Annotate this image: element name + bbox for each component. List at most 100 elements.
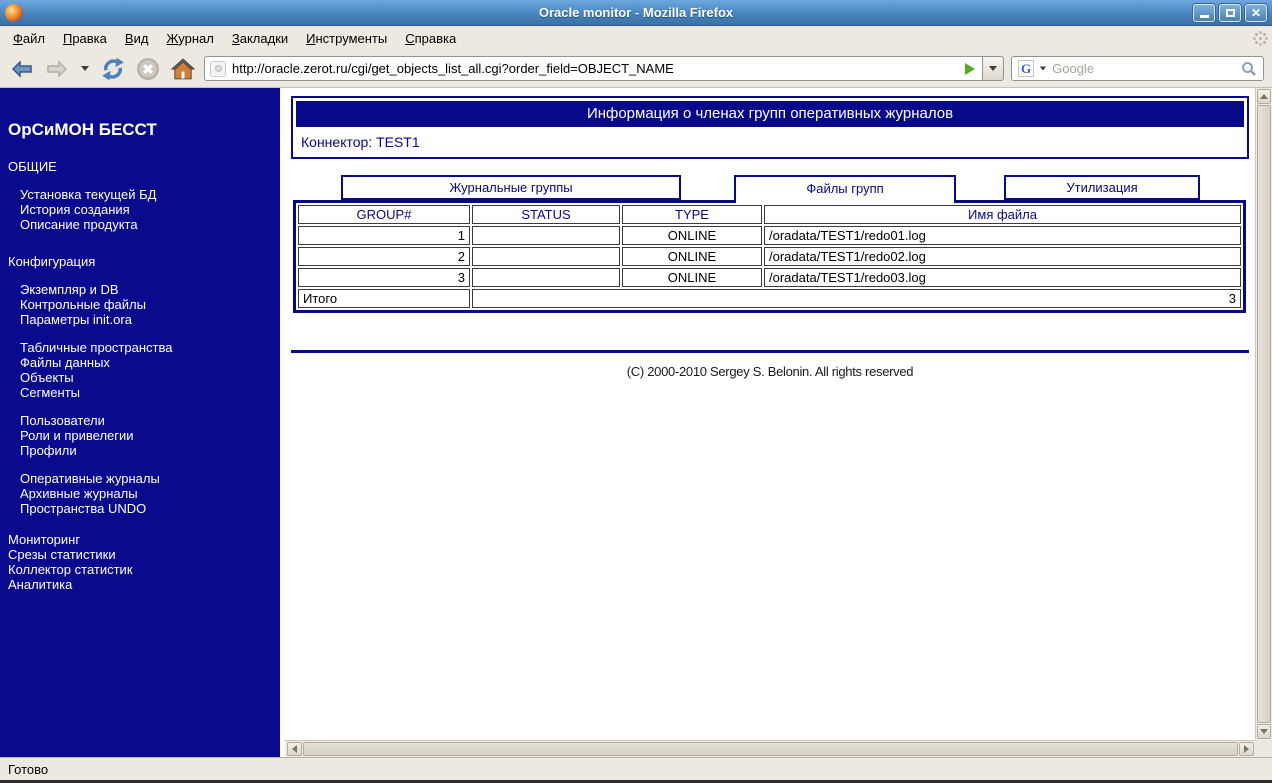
column-header: GROUP# xyxy=(298,205,470,224)
back-arrow-icon xyxy=(11,59,32,78)
scroll-down-button[interactable] xyxy=(1257,724,1271,739)
sidebar-link[interactable]: Коллектор статистик xyxy=(8,562,276,577)
scroll-right-button[interactable] xyxy=(1239,742,1254,756)
maximize-button[interactable] xyxy=(1219,3,1241,22)
vertical-scrollbar-thumb[interactable] xyxy=(1257,105,1271,723)
table-cell xyxy=(472,268,620,287)
minimize-icon xyxy=(1199,15,1209,18)
sidebar-link[interactable]: Пользователи xyxy=(8,413,276,428)
sidebar-link[interactable]: Параметры init.ora xyxy=(8,312,276,327)
table-cell: ONLINE xyxy=(622,226,762,245)
table-header-row: GROUP# STATUS TYPE Имя файла xyxy=(298,205,1241,224)
column-header: STATUS xyxy=(472,205,620,224)
maximize-icon xyxy=(1225,8,1235,17)
tab-utilization[interactable]: Утилизация xyxy=(1004,175,1200,200)
page-header-box: Информация о членах групп оперативных жу… xyxy=(291,96,1249,159)
home-button[interactable] xyxy=(169,55,197,83)
window-titlebar: Oracle monitor - Mozilla Firefox ✕ xyxy=(0,0,1272,26)
table-cell: ONLINE xyxy=(622,247,762,266)
sidebar-section-header: Конфигурация xyxy=(8,254,96,269)
reload-icon xyxy=(102,57,124,80)
vertical-scrollbar[interactable] xyxy=(1255,88,1272,740)
sidebar-link[interactable]: Установка текущей БД xyxy=(8,187,276,202)
menu-item-bookmarks[interactable]: Закладки xyxy=(223,28,297,49)
horizontal-scrollbar[interactable] xyxy=(285,740,1255,757)
sidebar-link[interactable]: Табличные пространства xyxy=(8,340,276,355)
arrow-left-icon xyxy=(292,745,297,753)
content-frame: Информация о членах групп оперативных жу… xyxy=(285,88,1272,757)
back-history-dropdown[interactable] xyxy=(78,55,92,83)
sidebar-link[interactable]: Объекты xyxy=(8,370,276,385)
tab-group-files[interactable]: Файлы групп xyxy=(734,175,956,203)
sidebar-link[interactable]: Описание продукта xyxy=(8,217,276,232)
status-text: Готово xyxy=(8,761,49,777)
forward-button[interactable] xyxy=(43,55,71,83)
menu-item-file[interactable]: Файл xyxy=(4,28,54,49)
sidebar-link[interactable]: Контрольные файлы xyxy=(8,297,276,312)
table-row: 1 ONLINE/oradata/TEST1/redo01.log xyxy=(298,226,1241,245)
total-label: Итого xyxy=(298,289,470,308)
scroll-up-button[interactable] xyxy=(1257,89,1271,104)
arrow-right-icon xyxy=(1244,745,1249,753)
stop-button[interactable] xyxy=(134,55,162,83)
search-bar[interactable]: G Google xyxy=(1011,56,1264,81)
sidebar-link-group: Мониторинг Срезы статистики Коллектор стат… xyxy=(8,532,276,592)
scroll-left-button[interactable] xyxy=(287,742,302,756)
minimize-button[interactable] xyxy=(1193,3,1215,22)
tab-journal-groups[interactable]: Журнальные группы xyxy=(341,175,681,200)
sidebar-link[interactable]: Архивные журналы xyxy=(8,486,276,501)
sidebar-frame: ОрСиМОН БЕССТ ОБЩИЕ Установка текущей БД И… xyxy=(0,88,280,757)
sidebar-link[interactable]: Профили xyxy=(8,443,276,458)
sidebar-link[interactable]: История создания xyxy=(8,202,276,217)
sidebar-link[interactable]: Мониторинг xyxy=(8,532,276,547)
arrow-down-icon xyxy=(1260,729,1268,734)
menu-item-help[interactable]: Справка xyxy=(396,28,465,49)
table-cell: 2 xyxy=(298,247,470,266)
sidebar-link-group: Оперативные журналы Архивные журналы Прост… xyxy=(8,471,276,516)
sidebar-link[interactable]: Экземпляр и DB xyxy=(8,282,276,297)
menu-item-tools[interactable]: Инструменты xyxy=(297,28,396,49)
table-cell xyxy=(472,226,620,245)
sidebar-link[interactable]: Аналитика xyxy=(8,577,276,592)
chevron-down-icon xyxy=(81,66,89,71)
forward-arrow-icon xyxy=(47,59,68,78)
search-icon xyxy=(1242,61,1256,76)
sidebar-link[interactable]: Сегменты xyxy=(8,385,276,400)
app-title: ОрСиМОН БЕССТ xyxy=(8,120,157,139)
google-engine-icon[interactable]: G xyxy=(1018,60,1035,77)
table-cell: /oradata/TEST1/redo02.log xyxy=(764,247,1241,266)
table-cell xyxy=(472,247,620,266)
sidebar-link[interactable]: Роли и привелегии xyxy=(8,428,276,443)
sidebar-link-group: Экземпляр и DB Контрольные файлы Параметры… xyxy=(8,282,276,327)
close-icon: ✕ xyxy=(1250,5,1262,20)
url-bar[interactable]: http://oracle.zerot.ru/cgi/get_objects_l… xyxy=(204,56,982,81)
search-input[interactable]: Google xyxy=(1052,61,1236,76)
menu-item-view[interactable]: Вид xyxy=(116,28,158,49)
tab-bar: Журнальные группы Файлы групп Утилизация xyxy=(341,175,1249,203)
table-cell: 3 xyxy=(298,268,470,287)
url-history-dropdown[interactable] xyxy=(982,56,1004,81)
sidebar-link[interactable]: Срезы статистики xyxy=(8,547,276,562)
horizontal-scrollbar-thumb[interactable] xyxy=(303,742,1238,756)
back-button[interactable] xyxy=(8,55,36,83)
column-header: Имя файла xyxy=(764,205,1241,224)
redo-log-table: GROUP# STATUS TYPE Имя файла 1 ONLINE/oradat… xyxy=(293,200,1246,313)
arrow-up-icon xyxy=(1260,94,1268,99)
sidebar-link[interactable]: Пространства UNDO xyxy=(8,501,276,516)
close-button[interactable]: ✕ xyxy=(1245,3,1267,22)
search-engine-dropdown-icon[interactable] xyxy=(1039,66,1047,71)
menu-item-edit[interactable]: Правка xyxy=(54,28,116,49)
browser-viewport: ОрСиМОН БЕССТ ОБЩИЕ Установка текущей БД И… xyxy=(0,88,1272,757)
column-header: TYPE xyxy=(622,205,762,224)
go-button-icon[interactable] xyxy=(965,62,975,75)
stop-icon xyxy=(137,57,159,80)
total-value: 3 xyxy=(472,289,1241,308)
table-cell: /oradata/TEST1/redo01.log xyxy=(764,226,1241,245)
menu-item-history[interactable]: Журнал xyxy=(157,28,222,49)
sidebar-link-group: Установка текущей БД История создания Опис… xyxy=(8,187,276,232)
chevron-down-icon xyxy=(989,66,997,71)
url-input[interactable]: http://oracle.zerot.ru/cgi/get_objects_l… xyxy=(232,61,959,76)
sidebar-link[interactable]: Файлы данных xyxy=(8,355,276,370)
sidebar-link[interactable]: Оперативные журналы xyxy=(8,471,276,486)
reload-button[interactable] xyxy=(99,55,127,83)
